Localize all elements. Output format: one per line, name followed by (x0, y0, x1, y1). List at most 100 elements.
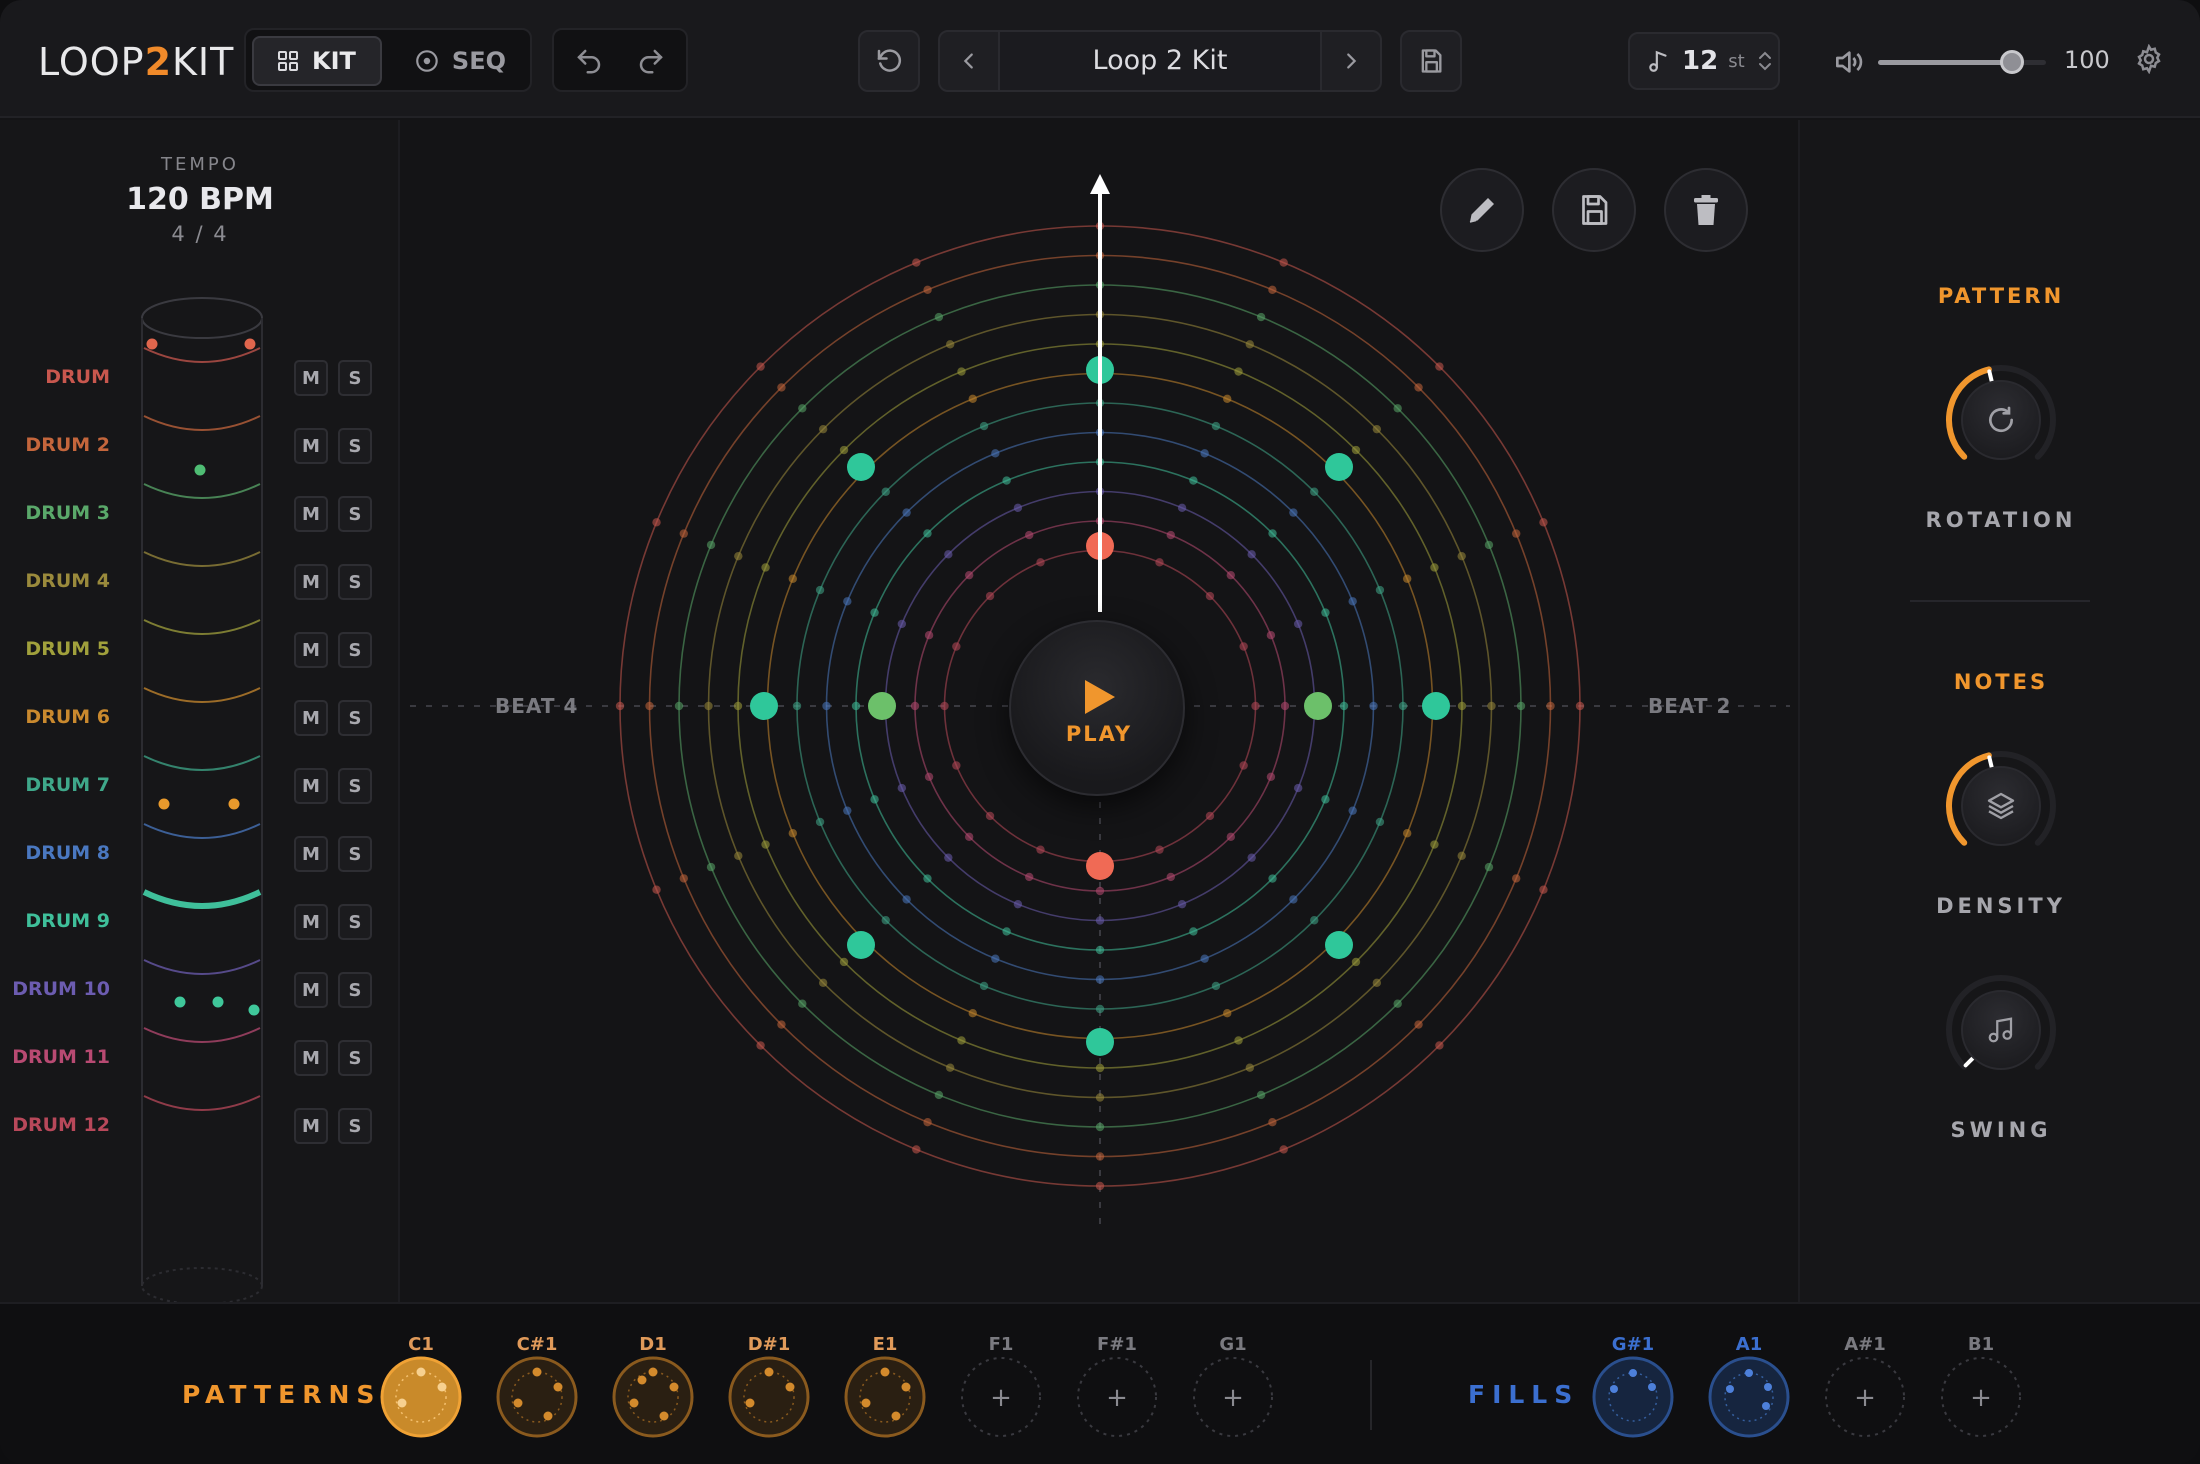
pattern-pad[interactable]: C#1 (496, 1334, 578, 1438)
step-dot (1226, 570, 1236, 580)
add-icon: + (1106, 1383, 1128, 1413)
density-label: DENSITY (1936, 894, 2066, 918)
solo-button[interactable]: S (338, 428, 372, 464)
pattern-pad[interactable]: A1 (1708, 1334, 1790, 1438)
mute-button[interactable]: M (294, 428, 328, 464)
pattern-pad[interactable]: F1 + (960, 1334, 1042, 1438)
mute-button[interactable]: M (294, 564, 328, 600)
active-step (750, 692, 778, 720)
solo-button[interactable]: S (338, 836, 372, 872)
rotation-knob[interactable] (1941, 360, 2061, 480)
step-dot (1393, 404, 1402, 413)
mute-button[interactable]: M (294, 972, 328, 1008)
gear-icon (2137, 44, 2161, 74)
solo-button[interactable]: S (338, 1040, 372, 1076)
track-name: DRUM (45, 366, 110, 388)
previous-preset-button[interactable] (940, 32, 998, 90)
solo-button[interactable]: S (338, 496, 372, 532)
active-step (846, 452, 875, 481)
mute-button[interactable]: M (294, 768, 328, 804)
undo-button[interactable] (560, 32, 618, 90)
save-preset-button[interactable] (1400, 30, 1462, 92)
solo-button[interactable]: S (338, 564, 372, 600)
pattern-pad[interactable]: F#1 + (1076, 1334, 1158, 1438)
step-dot (1279, 258, 1288, 267)
reset-button[interactable] (858, 30, 920, 92)
pitch-stepper[interactable]: 12 st (1628, 32, 1780, 90)
step-dot (1348, 597, 1357, 606)
solo-button[interactable]: S (338, 768, 372, 804)
step-dot (964, 570, 974, 580)
step-dot (934, 1090, 944, 1100)
step-dot (1375, 817, 1385, 827)
tab-seq-label: SEQ (451, 47, 506, 75)
pattern-pad[interactable]: B1 + (1940, 1334, 2022, 1438)
preset-name[interactable]: Loop 2 Kit (998, 32, 1322, 90)
pattern-pad[interactable]: G#1 (1592, 1334, 1674, 1438)
step-dot (652, 518, 661, 527)
step-dot (1268, 285, 1277, 294)
next-preset-button[interactable] (1322, 32, 1380, 90)
mute-button[interactable]: M (294, 496, 328, 532)
edit-button[interactable] (1440, 168, 1524, 252)
mute-button[interactable]: M (294, 632, 328, 668)
step-dot (1321, 795, 1330, 804)
pitch-value: 12 (1682, 46, 1719, 76)
step-dot (910, 701, 920, 711)
solo-button[interactable]: S (338, 700, 372, 736)
tab-seq[interactable]: SEQ (392, 36, 528, 86)
active-step (1325, 452, 1354, 481)
delete-pattern-button[interactable] (1664, 168, 1748, 252)
pad-graphic (1592, 1356, 1674, 1438)
pad-note-label: F1 (988, 1334, 1014, 1355)
pattern-pad[interactable]: G1 + (1192, 1334, 1274, 1438)
section-divider (1910, 600, 2090, 602)
settings-button[interactable] (2120, 30, 2178, 88)
rotate-icon (1989, 406, 2014, 433)
pad-circle: + (1824, 1356, 1906, 1438)
track-name: DRUM 11 (12, 1046, 110, 1068)
density-knob[interactable] (1941, 746, 2061, 866)
tempo-value[interactable]: 120 BPM (0, 182, 400, 217)
step-dot (1351, 445, 1361, 455)
step-dot (923, 1118, 932, 1127)
pad-note-label: G1 (1219, 1334, 1247, 1355)
tempo-label: TEMPO (161, 154, 239, 175)
step-dot (952, 642, 961, 651)
mute-button[interactable]: M (294, 1108, 328, 1144)
step-dot (991, 954, 1000, 963)
pattern-pad[interactable]: D#1 (728, 1334, 810, 1438)
pattern-pad[interactable]: A#1 + (1824, 1334, 1906, 1438)
solo-button[interactable]: S (338, 360, 372, 396)
swing-knob[interactable] (1941, 970, 2061, 1090)
step-dot (1223, 1008, 1232, 1018)
pattern-pad[interactable]: C1 (380, 1334, 462, 1438)
tab-kit[interactable]: KIT (252, 36, 382, 86)
pattern-pad[interactable]: D1 (612, 1334, 694, 1438)
mute-button[interactable]: M (294, 904, 328, 940)
track-name: DRUM 8 (25, 842, 110, 864)
pattern-pad[interactable]: E1 (844, 1334, 926, 1438)
undo-icon (577, 49, 601, 74)
step-dot (704, 701, 713, 711)
solo-button[interactable]: S (338, 1108, 372, 1144)
solo-button[interactable]: S (338, 904, 372, 940)
pad-circle (612, 1356, 694, 1438)
mute-button[interactable]: M (294, 360, 328, 396)
save-pattern-button[interactable] (1552, 168, 1636, 252)
step-dot (822, 701, 831, 711)
track-row: DRUM 5 MS (0, 626, 400, 676)
redo-button[interactable] (622, 32, 680, 90)
volume-slider-thumb[interactable] (2000, 50, 2025, 74)
mute-button[interactable]: M (294, 836, 328, 872)
play-button[interactable]: PLAY (1009, 620, 1185, 796)
pad-graphic (844, 1356, 926, 1438)
mute-button[interactable]: M (294, 1040, 328, 1076)
active-step (1422, 692, 1450, 720)
mute-button[interactable]: M (294, 700, 328, 736)
step-dot (733, 701, 743, 711)
solo-button[interactable]: S (338, 972, 372, 1008)
solo-button[interactable]: S (338, 632, 372, 668)
step-dot (756, 362, 765, 371)
step-dot (1516, 701, 1526, 711)
